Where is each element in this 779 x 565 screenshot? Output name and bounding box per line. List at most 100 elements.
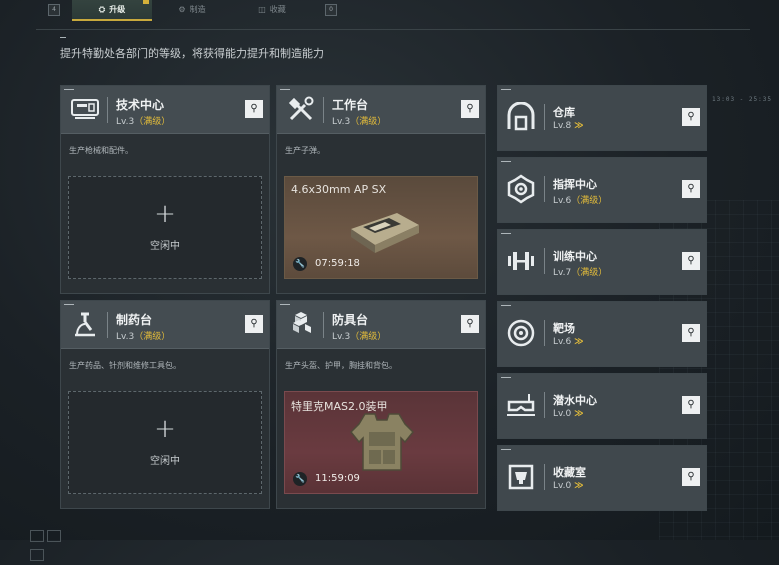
- header-separator: [323, 97, 324, 123]
- header-separator: [107, 312, 108, 338]
- facility-level: Lv.0 ≫: [553, 409, 584, 419]
- workbench-icon: [288, 96, 314, 121]
- facility-description: 生产药品、针剂和维修工具包。: [69, 361, 181, 370]
- search-icon[interactable]: ⚲: [682, 324, 700, 342]
- upgrade-arrow-icon: ≫: [574, 409, 584, 419]
- diving-center-icon: [507, 394, 535, 416]
- hud-time: 13:03 - 25:35: [712, 96, 772, 103]
- level-value: Lv.0: [553, 409, 572, 419]
- facility-name: 防具台: [332, 313, 369, 327]
- facility-card-workbench[interactable]: 工作台 Lv.3（满级） ⚲ 生产子弹。 4.6x30mm AP SX 🔧 07…: [276, 85, 486, 294]
- plus-icon: +: [154, 199, 176, 229]
- header-separator: [544, 464, 545, 490]
- tech-center-icon: [71, 99, 99, 119]
- facility-name: 工作台: [332, 98, 369, 112]
- search-icon[interactable]: ⚲: [682, 396, 700, 414]
- facility-level: Lv.7（满级）: [553, 265, 607, 278]
- plus-icon: +: [154, 414, 176, 444]
- max-level-badge: （满级）: [571, 268, 608, 278]
- divider-tick: [60, 37, 66, 38]
- warehouse-icon: [507, 102, 535, 131]
- header-separator: [544, 392, 545, 418]
- facility-card-shooting-range[interactable]: 靶场 Lv.6 ≫ ⚲: [497, 301, 707, 367]
- upgrade-arrow-icon: ≫: [574, 481, 584, 491]
- search-icon[interactable]: ⚲: [682, 468, 700, 486]
- facility-level: Lv.3（满级）: [116, 114, 170, 127]
- facility-card-warehouse[interactable]: 仓库 Lv.8 ≫ ⚲: [497, 85, 707, 151]
- facility-header: 制药台 Lv.3（满级） ⚲: [61, 301, 269, 349]
- idle-label: 空闲中: [150, 241, 180, 252]
- page-subtitle: 提升特勤处各部门的等级，将获得能力提升和制造能力: [60, 47, 324, 60]
- max-level-badge: （满级）: [571, 196, 608, 206]
- facility-name: 仓库: [553, 106, 575, 119]
- level-value: Lv.3: [332, 117, 351, 127]
- level-value: Lv.3: [332, 332, 351, 342]
- upgrade-icon: ⛭: [98, 4, 106, 14]
- facility-level: Lv.6（满级）: [553, 193, 607, 206]
- collection-room-icon: [508, 464, 534, 490]
- top-tab-bar: 4 ⛭ 升级 ⚙ 制造 ◫ 收藏 0: [0, 0, 779, 22]
- facility-header: 防具台 Lv.3（满级） ⚲: [277, 301, 485, 349]
- training-center-icon: [508, 252, 534, 270]
- header-separator: [323, 312, 324, 338]
- upgrade-arrow-icon: ≫: [574, 337, 584, 347]
- facility-card-collection-room[interactable]: 收藏室 Lv.0 ≫ ⚲: [497, 445, 707, 511]
- facility-card-training-center[interactable]: 训练中心 Lv.7（满级） ⚲: [497, 229, 707, 295]
- facility-header: 靶场 Lv.6 ≫ ⚲: [498, 302, 706, 364]
- tab-upgrade-label: 升级: [109, 5, 126, 14]
- facility-card-armor-bench[interactable]: 防具台 Lv.3（满级） ⚲ 生产头盔、护甲，胸挂和背包。 特里克MAS2.0装…: [276, 300, 486, 509]
- level-value: Lv.8: [553, 121, 572, 131]
- level-value: Lv.7: [553, 268, 572, 278]
- facility-name: 潜水中心: [553, 394, 597, 407]
- max-level-badge: （满级）: [350, 117, 387, 127]
- wrench-icon: 🔧: [293, 472, 307, 486]
- facility-name: 训练中心: [553, 250, 597, 263]
- craft-icon: ⚙: [178, 5, 186, 14]
- facility-description: 生产枪械和配件。: [69, 146, 133, 155]
- facility-card-diving-center[interactable]: 潜水中心 Lv.0 ≫ ⚲: [497, 373, 707, 439]
- idle-slot[interactable]: + 空闲中: [68, 391, 262, 494]
- facility-level: Lv.3（满级）: [116, 329, 170, 342]
- crafting-slot[interactable]: 特里克MAS2.0装甲 🔧 11:59:09: [284, 391, 478, 494]
- tab-craft[interactable]: ⚙ 制造: [152, 0, 232, 19]
- max-level-badge: （满级）: [134, 332, 171, 342]
- upgrade-arrow-icon: ≫: [574, 121, 584, 131]
- search-icon[interactable]: ⚲: [245, 100, 263, 118]
- facility-name: 靶场: [553, 322, 575, 335]
- shooting-range-icon: [507, 319, 535, 347]
- tab-craft-label: 制造: [189, 5, 206, 14]
- facility-header: 潜水中心 Lv.0 ≫ ⚲: [498, 374, 706, 436]
- search-icon[interactable]: ⚲: [682, 180, 700, 198]
- tab-upgrade[interactable]: ⛭ 升级: [72, 0, 152, 21]
- facility-card-pharmacy[interactable]: 制药台 Lv.3（满级） ⚲ 生产药品、针剂和维修工具包。 + 空闲中: [60, 300, 270, 509]
- search-icon[interactable]: ⚲: [461, 315, 479, 333]
- facility-description: 生产子弹。: [285, 146, 325, 155]
- facility-name: 收藏室: [553, 466, 586, 479]
- level-value: Lv.0: [553, 481, 572, 491]
- idle-slot[interactable]: + 空闲中: [68, 176, 262, 279]
- search-icon[interactable]: ⚲: [682, 108, 700, 126]
- search-icon[interactable]: ⚲: [461, 100, 479, 118]
- pharmacy-icon: [75, 312, 95, 337]
- armor-bench-icon: [293, 312, 311, 333]
- command-center-icon: [507, 174, 535, 204]
- facility-header: 训练中心 Lv.7（满级） ⚲: [498, 230, 706, 292]
- tab-collection[interactable]: ◫ 收藏: [232, 0, 312, 19]
- facility-level: Lv.0 ≫: [553, 481, 584, 491]
- facility-level: Lv.8 ≫: [553, 121, 584, 131]
- search-icon[interactable]: ⚲: [682, 252, 700, 270]
- facility-header: 技术中心 Lv.3（满级） ⚲: [61, 86, 269, 134]
- facility-card-command-center[interactable]: 指挥中心 Lv.6（满级） ⚲: [497, 157, 707, 223]
- facility-name: 制药台: [116, 313, 153, 327]
- crafting-timer: 07:59:18: [315, 258, 360, 269]
- crafting-slot[interactable]: 4.6x30mm AP SX 🔧 07:59:18: [284, 176, 478, 279]
- facility-header: 收藏室 Lv.0 ≫ ⚲: [498, 446, 706, 508]
- search-icon[interactable]: ⚲: [245, 315, 263, 333]
- bottom-decor: [30, 527, 78, 561]
- header-separator: [107, 97, 108, 123]
- header-separator: [544, 248, 545, 274]
- facility-card-tech-center[interactable]: 技术中心 Lv.3（满级） ⚲ 生产枪械和配件。 + 空闲中: [60, 85, 270, 294]
- level-value: Lv.3: [116, 332, 135, 342]
- facility-header: 仓库 Lv.8 ≫ ⚲: [498, 86, 706, 148]
- wrench-icon: 🔧: [293, 257, 307, 271]
